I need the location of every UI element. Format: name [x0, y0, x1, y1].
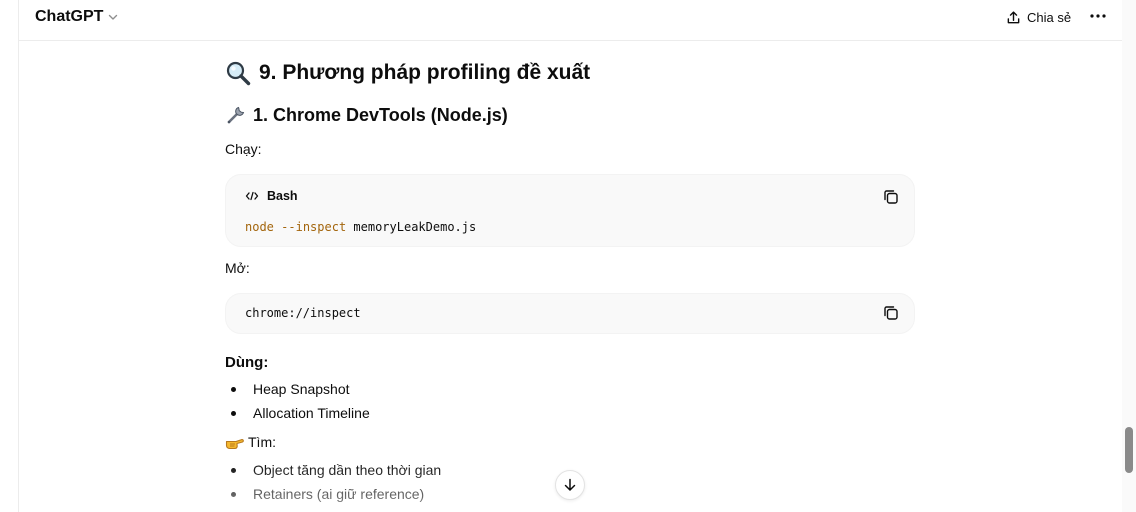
scrollbar-thumb[interactable] [1125, 427, 1133, 473]
sidebar-divider [18, 0, 19, 512]
model-name: ChatGPT [35, 8, 104, 25]
list-item-text: Heap Snapshot [253, 381, 350, 397]
share-button[interactable]: Chia sẻ [1006, 6, 1071, 28]
bullet-icon [231, 387, 236, 392]
code-token-command: node [245, 220, 274, 234]
code-block-bash: Bash node --inspect memoryLeakDemo.js [225, 174, 915, 247]
subheading-text: 1. Chrome DevTools (Node.js) [253, 104, 508, 125]
copy-icon[interactable] [882, 188, 900, 206]
subheading: 1. Chrome DevTools (Node.js) [225, 104, 508, 126]
code-token-flag: --inspect [281, 220, 347, 234]
list-item: Retainers (ai giữ reference) [225, 482, 441, 506]
find-label: Tìm: [248, 434, 276, 450]
share-icon [1007, 10, 1020, 23]
code-token-arg: memoryLeakDemo.js [353, 220, 477, 234]
section-heading: 9. Phương pháp profiling đề xuất [225, 60, 590, 86]
magnifying-glass-icon [226, 61, 251, 86]
pointing-hand-icon [225, 438, 244, 450]
model-switcher-button[interactable]: ChatGPT [35, 5, 119, 29]
section-heading-text: 9. Phương pháp profiling đề xuất [259, 61, 591, 84]
bullet-icon [231, 492, 236, 497]
top-bar: ChatGPT Chia sẻ [19, 0, 1122, 41]
code-block-url: chrome://inspect [225, 293, 915, 334]
bullet-icon [231, 411, 236, 416]
share-label: Chia sẻ [1027, 9, 1072, 25]
use-label: Dùng: [225, 354, 269, 371]
bullet-icon [231, 468, 236, 473]
chat-window: ChatGPT Chia sẻ 9. Phương pháp profiling… [0, 0, 1136, 512]
list-item-text: Allocation Timeline [253, 405, 370, 421]
use-list: Heap Snapshot Allocation Timeline [225, 377, 370, 425]
wrench-icon [227, 106, 245, 124]
run-label: Chạy: [225, 141, 262, 157]
code-language-label: Bash [267, 189, 298, 203]
arrow-down-icon [564, 478, 576, 491]
list-item: Object tăng dần theo thời gian [225, 458, 441, 482]
find-list: Object tăng dần theo thời gian Retainers… [225, 458, 441, 506]
scroll-to-bottom-button[interactable] [555, 470, 585, 500]
code-language: Bash [245, 189, 298, 203]
list-item: Heap Snapshot [225, 377, 370, 401]
code-line: node --inspect memoryLeakDemo.js [245, 220, 476, 234]
list-item: Allocation Timeline [225, 401, 370, 425]
list-item-text: Object tăng dần theo thời gian [253, 462, 442, 478]
more-options-icon[interactable] [1088, 6, 1108, 26]
code-icon [245, 191, 259, 201]
open-label: Mở: [225, 260, 250, 276]
list-item-text: Retainers (ai giữ reference) [253, 486, 425, 502]
chevron-down-icon [109, 14, 118, 20]
copy-icon[interactable] [882, 304, 900, 322]
find-line: Tìm: [225, 434, 276, 450]
code-line: chrome://inspect [245, 306, 361, 320]
